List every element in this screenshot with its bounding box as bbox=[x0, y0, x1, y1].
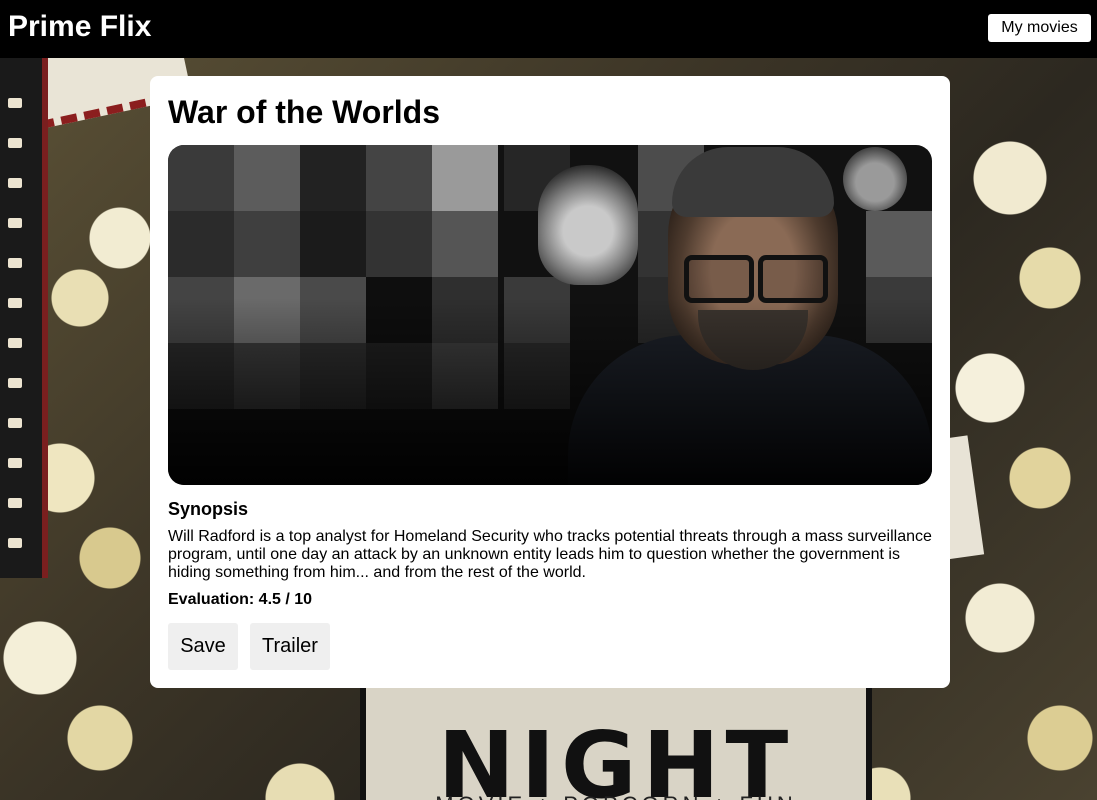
save-button[interactable]: Save bbox=[168, 623, 238, 670]
my-movies-button[interactable]: My movies bbox=[988, 14, 1091, 42]
trailer-button[interactable]: Trailer bbox=[250, 623, 330, 670]
movie-poster bbox=[168, 145, 932, 485]
brand-logo[interactable]: Prime Flix bbox=[8, 10, 151, 44]
synopsis-text: Will Radford is a top analyst for Homela… bbox=[168, 528, 932, 581]
sign-word: NIGHT bbox=[437, 712, 795, 800]
movie-card: War of the Worlds Synopsis Will Radford … bbox=[150, 76, 950, 688]
evaluation-score: Evaluation: 4.5 / 10 bbox=[168, 591, 313, 608]
movie-night-sign: NIGHT MOVIE + POPCORN + FUN bbox=[360, 678, 872, 800]
sign-subtitle: MOVIE + POPCORN + FUN bbox=[366, 792, 866, 800]
film-strip-decoration bbox=[0, 58, 48, 578]
top-bar: Prime Flix My movies bbox=[0, 0, 1097, 58]
movie-title: War of the Worlds bbox=[168, 94, 440, 130]
synopsis-heading: Synopsis bbox=[168, 499, 249, 519]
